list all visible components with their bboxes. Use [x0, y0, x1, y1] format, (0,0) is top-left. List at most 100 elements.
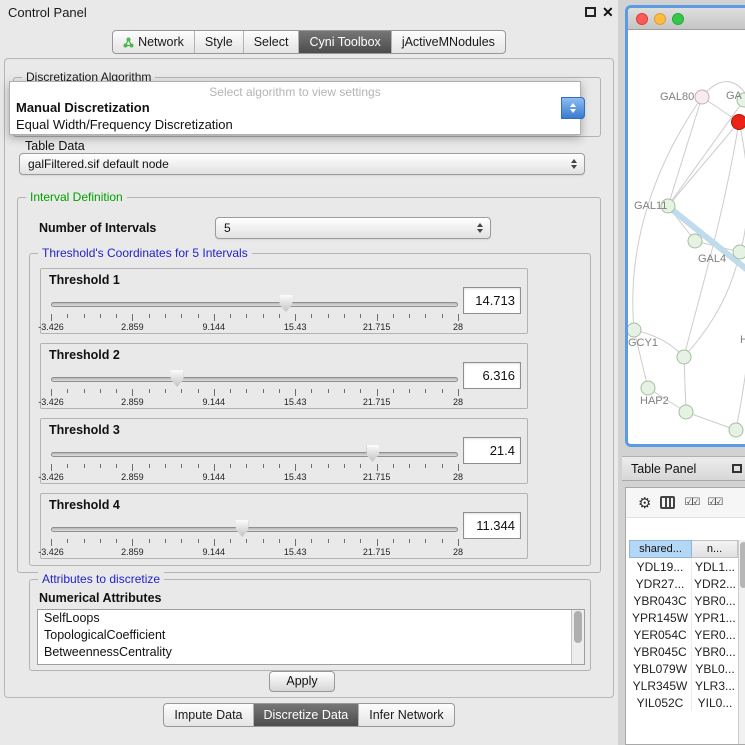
table-row[interactable]: YPR145WYPR1... [629, 609, 738, 626]
table-cell[interactable]: YBR0... [692, 592, 738, 609]
slider-tick [344, 539, 345, 543]
table-data-combobox[interactable]: galFiltered.sif default node [19, 153, 585, 175]
slider-tick [311, 539, 312, 543]
select-all-icon[interactable]: ☑☑ [684, 497, 698, 508]
column-header-name[interactable]: n... [692, 540, 738, 558]
node[interactable] [729, 423, 743, 437]
tab-network[interactable]: Network [113, 31, 194, 53]
table-cell[interactable]: YPR145W [629, 609, 692, 626]
slider-tick-label: 9.144 [203, 547, 226, 557]
zoom-traffic-light-icon[interactable] [672, 13, 684, 25]
node-gal4[interactable] [733, 245, 745, 259]
slider-track[interactable] [51, 452, 458, 457]
table-row[interactable]: YBR043CYBR0... [629, 592, 738, 609]
table-cell[interactable]: YBR043C [629, 592, 692, 609]
table-cell[interactable]: YDR27... [629, 575, 692, 592]
threshold-slider[interactable]: -3.4262.8599.14415.4321.71528 [51, 368, 458, 408]
interval-definition-label: Interval Definition [26, 190, 127, 204]
slider-thumb[interactable] [236, 520, 249, 537]
table-cell[interactable]: YER0... [692, 626, 738, 643]
threshold-value-field[interactable]: 14.713 [463, 287, 521, 314]
slider-thumb[interactable] [279, 295, 292, 312]
threshold-value-field[interactable]: 11.344 [463, 512, 521, 539]
float-window-icon[interactable] [732, 464, 742, 473]
slider-tick-label: -3.426 [38, 397, 64, 407]
table-row[interactable]: YLR345WYLR3... [629, 677, 738, 694]
threshold-value-field[interactable]: 6.316 [463, 362, 521, 389]
table-cell[interactable]: YBR045C [629, 643, 692, 660]
attribute-list-item[interactable]: TopologicalCoefficient [38, 627, 584, 644]
close-traffic-light-icon[interactable] [636, 13, 648, 25]
numerical-attributes-list[interactable]: SelfLoopsTopologicalCoefficientBetweenne… [37, 609, 585, 665]
tab-style[interactable]: Style [194, 31, 243, 53]
apply-button[interactable]: Apply [269, 671, 335, 692]
attribute-list-item[interactable]: SelfLoops [38, 610, 584, 627]
table-row[interactable]: YDL19...YDL1... [629, 558, 738, 575]
table-cell[interactable]: YER054C [629, 626, 692, 643]
slider-tick [149, 539, 150, 543]
node-gal80[interactable] [695, 90, 709, 104]
table-cell[interactable]: YLR3... [692, 677, 738, 694]
table-row[interactable]: YBR045CYBR0... [629, 643, 738, 660]
gear-icon[interactable]: ⚙ [638, 494, 651, 512]
list-scrollbar-thumb[interactable] [574, 611, 582, 643]
slider-track[interactable] [51, 527, 458, 532]
table-scrollbar-thumb[interactable] [740, 542, 745, 588]
table-row[interactable]: YER054CYER0... [629, 626, 738, 643]
threshold-slider[interactable]: -3.4262.8599.14415.4321.71528 [51, 518, 458, 558]
slider-thumb[interactable] [366, 445, 379, 462]
minimize-traffic-light-icon[interactable] [654, 13, 666, 25]
attribute-list-item[interactable]: BetweennessCentrality [38, 644, 584, 661]
slider-track[interactable] [51, 302, 458, 307]
table-cell[interactable]: YBL0... [692, 660, 738, 677]
table-cell[interactable]: YDL1... [692, 558, 738, 575]
table-row[interactable]: YDR27...YDR2... [629, 575, 738, 592]
slider-track[interactable] [51, 377, 458, 382]
network-window-titlebar[interactable] [628, 8, 745, 30]
tab-cyni-toolbox[interactable]: Cyni Toolbox [298, 31, 390, 53]
slider-tick [442, 389, 443, 393]
node[interactable] [679, 405, 693, 419]
table-toolbar: ⚙ ☑☑ ☑☑ [626, 488, 745, 518]
table-row[interactable]: YBL079WYBL0... [629, 660, 738, 677]
tab-jactivemnodules[interactable]: jActiveMNodules [391, 31, 505, 53]
tab-select[interactable]: Select [243, 31, 299, 53]
float-window-icon[interactable] [585, 7, 596, 17]
node[interactable] [688, 234, 702, 248]
table-cell[interactable]: YDR2... [692, 575, 738, 592]
close-icon[interactable]: ✕ [602, 4, 614, 21]
threshold-slider[interactable]: -3.4262.8599.14415.4321.71528 [51, 293, 458, 333]
table-scrollbar[interactable] [738, 540, 745, 744]
node-hap2[interactable] [641, 381, 655, 395]
table-cell[interactable]: YBL079W [629, 660, 692, 677]
tab-discretize-data[interactable]: Discretize Data [253, 704, 359, 726]
threshold-slider[interactable]: -3.4262.8599.14415.4321.71528 [51, 443, 458, 483]
network-canvas[interactable]: GAL80 GA GAL11 GAL4 GCY1 H HAP2 [628, 30, 745, 444]
table-cell[interactable]: YIL0... [692, 694, 738, 711]
node[interactable] [677, 350, 691, 364]
algorithm-option-equal-width[interactable]: Equal Width/Frequency Discretization [10, 116, 580, 133]
list-scrollbar[interactable] [571, 610, 584, 664]
number-of-intervals-combobox[interactable]: 5 [215, 217, 491, 239]
table-row[interactable]: YIL052CYIL0... [629, 694, 738, 711]
slider-tick [246, 539, 247, 543]
columns-icon[interactable] [660, 496, 675, 509]
slider-tick [393, 539, 394, 543]
table-cell[interactable]: YDL19... [629, 558, 692, 575]
selected-node-red[interactable] [732, 115, 745, 130]
table-cell[interactable]: YBR0... [692, 643, 738, 660]
table-cell[interactable]: YLR345W [629, 677, 692, 694]
algorithm-combobox-button[interactable] [561, 97, 585, 119]
select-functions-icon[interactable]: ☑☑ [707, 497, 721, 508]
table-cell[interactable]: YIL052C [629, 694, 692, 711]
tab-impute-data[interactable]: Impute Data [164, 704, 252, 726]
slider-thumb[interactable] [171, 370, 184, 387]
threshold-value-field[interactable]: 21.4 [463, 437, 521, 464]
algorithm-option-manual[interactable]: Manual Discretization [10, 99, 580, 116]
node-gcy1[interactable] [628, 323, 641, 337]
column-header-shared-name[interactable]: shared... [629, 540, 692, 558]
table-cell[interactable]: YPR1... [692, 609, 738, 626]
slider-tick-label: 9.144 [203, 397, 226, 407]
table-panel-header: Table Panel [622, 456, 745, 481]
tab-infer-network[interactable]: Infer Network [358, 704, 453, 726]
